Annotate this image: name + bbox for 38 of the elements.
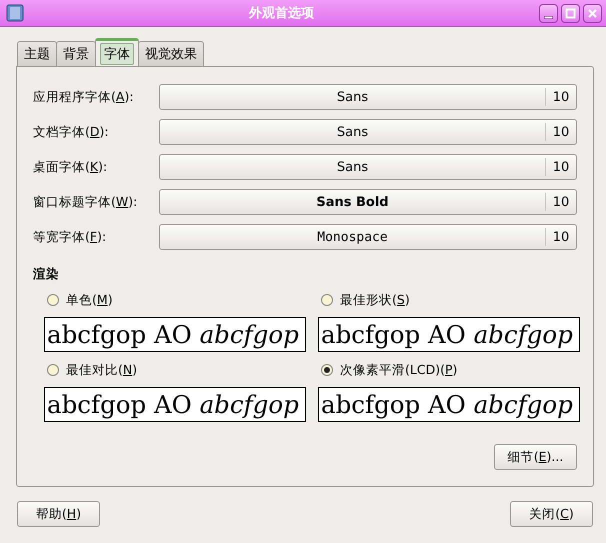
details-button[interactable]: 细节(E)...	[494, 444, 577, 470]
minimize-icon	[544, 16, 553, 18]
font-picker-button[interactable]: Sans Bold 10	[159, 189, 577, 215]
dialog-button[interactable]: 帮助(H)	[17, 501, 100, 527]
radio-icon[interactable]	[47, 364, 59, 376]
font-label: 窗口标题字体(W):	[33, 194, 138, 210]
radio-icon[interactable]	[321, 364, 333, 376]
radio-option[interactable]: 最佳对比(N)	[44, 361, 138, 379]
radio-icon[interactable]	[321, 294, 333, 306]
font-label: 文档字体(D):	[33, 124, 110, 140]
font-picker-button[interactable]: Sans 10	[159, 119, 577, 145]
maximize-button[interactable]	[561, 4, 580, 22]
radio-icon[interactable]	[47, 294, 59, 306]
font-preview: abcfgop AO abcfgop	[44, 317, 306, 352]
minimize-button[interactable]	[539, 4, 558, 22]
maximize-icon	[565, 8, 576, 18]
font-label: 应用程序字体(A):	[33, 88, 135, 106]
font-picker-button[interactable]: Sans 10	[159, 84, 577, 110]
app-icon	[6, 4, 24, 22]
radio-option[interactable]: 次像素平滑(LCD)(P)	[318, 361, 458, 379]
font-picker-button[interactable]: Monospace 10	[159, 224, 577, 250]
radio-option[interactable]: 单色(M)	[44, 291, 113, 309]
font-label: 等宽字体(F):	[33, 228, 108, 246]
font-picker-button[interactable]: Sans 10	[159, 154, 577, 180]
tab[interactable]: 背景	[56, 41, 96, 66]
font-preview: abcfgop AO abcfgop	[318, 317, 580, 352]
font-preview: abcfgop AO abcfgop	[44, 387, 306, 422]
section-heading: 渲染	[33, 266, 60, 283]
close-button[interactable]	[583, 4, 602, 22]
tab[interactable]: 视觉效果	[138, 41, 204, 66]
tab[interactable]: 主题	[17, 41, 57, 66]
font-label: 桌面字体(K):	[33, 158, 108, 176]
window-title: 外观首选项	[248, 5, 315, 22]
tab[interactable]: 字体	[95, 38, 139, 66]
dialog-button[interactable]: 关闭(C)	[510, 501, 593, 527]
radio-option[interactable]: 最佳形状(S)	[318, 291, 410, 309]
close-icon	[587, 8, 598, 18]
font-preview: abcfgop AO abcfgop	[318, 387, 580, 422]
